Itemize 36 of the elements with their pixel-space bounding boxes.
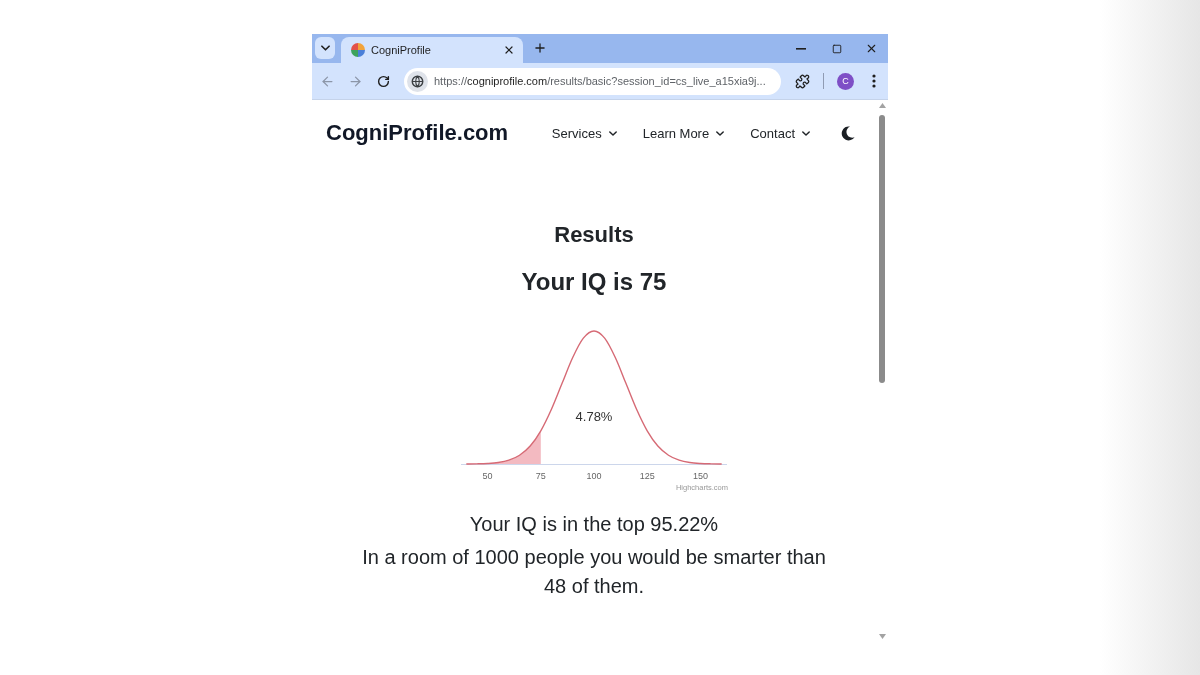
pie-logo-icon [351,43,365,57]
profile-button[interactable]: C [837,72,854,90]
scroll-down-arrow-icon[interactable] [878,634,886,639]
globe-icon [407,70,428,92]
minimize-icon [796,47,806,50]
site-logo[interactable]: CogniProfile.com [326,120,509,146]
puzzle-icon [794,73,810,89]
tab-search-button[interactable] [315,37,335,59]
rank-text: Your IQ is in the top 95.22% [469,512,719,537]
scrollbar-thumb[interactable] [879,115,885,383]
maximize-icon [832,43,842,54]
nav-menu-button[interactable]: Services [551,125,617,141]
axis-tick-label: 100 [586,471,602,481]
forward-arrow-icon [347,73,363,89]
reload-icon [376,74,390,88]
axis-tick-label: 50 [482,471,493,481]
address-bar[interactable]: https://cogniprofile.com/results/basic?session_id=cs_live_a15xia9j... [404,67,781,95]
moon-icon [841,125,855,141]
axis-tick-label: 75 [535,471,546,481]
theme-toggle-button[interactable] [840,125,856,141]
url-text: https://cogniprofile.com/results/basic?session_id=cs_live_a15xia9j... [434,75,766,87]
axis-tick-label: 150 [692,471,708,481]
plus-icon [533,41,547,55]
results-heading: Results [554,221,634,249]
nav-menu-button[interactable]: Learn More [642,125,725,141]
close-icon [865,42,878,55]
nav-menu-button[interactable]: Contact [750,125,810,141]
chart-annotation: 4.78% [575,409,613,425]
score-heading: Your IQ is 75 [521,267,667,297]
scroll-up-arrow-icon[interactable] [878,103,886,108]
axis-tick-label: 125 [639,471,655,481]
browser-tab[interactable]: CogniProfile [341,37,523,63]
dots-menu-icon [872,74,876,88]
chevron-down-icon [320,45,330,51]
comparison-text: In a room of 1000 people you would be smarter than 48 of them. [361,545,827,599]
close-icon [503,44,515,56]
